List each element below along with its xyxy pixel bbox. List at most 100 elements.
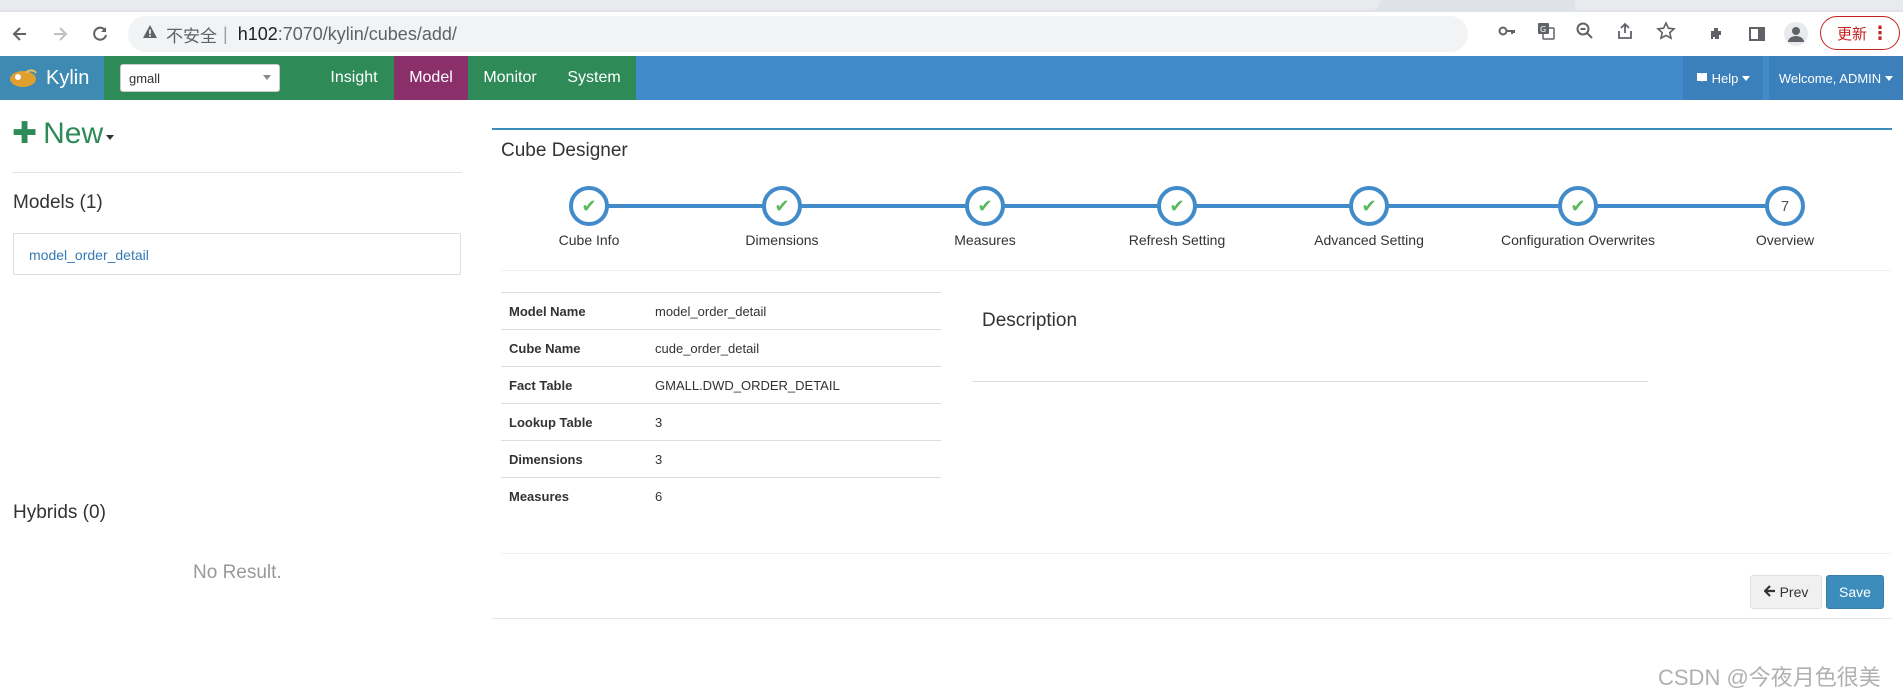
step-label: Overview [1755,232,1815,248]
check-icon: ✔ [1169,195,1185,216]
row-key: Measures [501,477,647,515]
reload-icon[interactable] [80,14,120,54]
user-menu[interactable]: Welcome, ADMIN [1769,56,1903,100]
arrow-left-icon [1763,584,1776,600]
browser-toolbar: 不安全 | h102:7070/kylin/cubes/add/ G 更新 ⋮ [0,12,1903,56]
watermark: CSDN @今夜月色很美 [1658,665,1881,690]
prev-button[interactable]: Prev [1750,575,1822,609]
step-label: Measures [954,232,1016,248]
wizard-divider [501,270,1891,271]
table-row: Fact Table GMALL.DWD_ORDER_DETAIL [501,366,941,404]
row-key: Lookup Table [501,403,647,441]
step-label: Advanced Setting [1314,232,1424,248]
step-label: Refresh Setting [1128,232,1226,248]
zoom-out-icon[interactable] [1574,20,1596,42]
security-label: 不安全 [166,26,217,46]
nav-insight[interactable]: Insight [314,56,394,100]
url-path: :7070/kylin/cubes/add/ [277,23,457,44]
book-icon [1696,71,1708,86]
chevron-down-icon [263,75,271,80]
chevron-down-icon [1885,75,1894,81]
update-label: 更新 [1837,25,1868,43]
models-title: Models (1) [13,192,103,213]
row-value: cude_order_detail [647,329,941,367]
chevron-down-icon [1742,75,1751,81]
url-host: h102 [237,23,278,44]
row-key: Model Name [501,292,647,330]
check-icon: ✔ [581,195,597,216]
new-button[interactable]: ✚ New [12,116,115,151]
step-measures[interactable]: ✔ [965,186,1005,226]
table-row: Model Name model_order_detail [501,292,941,330]
side-panel-icon[interactable] [1743,20,1771,48]
browser-tab-strip [0,0,1903,12]
row-key: Fact Table [501,366,647,404]
check-icon: ✔ [1570,195,1586,216]
key-icon[interactable] [1496,20,1518,42]
help-menu[interactable]: Help [1683,56,1763,100]
row-value: 3 [647,403,941,441]
profile-avatar-icon[interactable] [1782,20,1810,48]
prev-label: Prev [1779,584,1809,600]
warning-icon [142,24,158,45]
panel-bottom-border [492,618,1892,619]
share-icon[interactable] [1614,20,1636,42]
row-value: 3 [647,440,941,478]
kylin-navbar: Kylin gmall Insight Model Monitor System… [0,56,1903,100]
brand-label: Kylin [46,66,90,89]
step-configuration-overwrites[interactable]: ✔ [1558,186,1598,226]
table-row: Lookup Table 3 [501,403,941,441]
step-dimensions[interactable]: ✔ [762,186,802,226]
row-value: model_order_detail [647,292,941,330]
row-value: 6 [647,477,941,515]
check-icon: ✔ [977,195,993,216]
row-value: GMALL.DWD_ORDER_DETAIL [647,366,941,404]
row-key: Dimensions [501,440,647,478]
table-row: Dimensions 3 [501,440,941,478]
step-label: Cube Info [558,232,620,248]
plus-icon: ✚ [12,117,38,150]
kylin-logo-icon [10,69,37,87]
actions-divider [501,553,1891,554]
description-title: Description [982,310,1078,331]
update-button[interactable]: 更新 ⋮ [1820,16,1900,50]
forward-icon[interactable] [40,14,80,54]
table-row: Cube Name cude_order_detail [501,329,941,367]
save-button[interactable]: Save [1826,575,1884,609]
nav-system[interactable]: System [552,56,636,100]
step-advanced-setting[interactable]: ✔ [1349,186,1389,226]
overview-table: Model Name model_order_detail Cube Name … [501,292,941,515]
chevron-down-icon [106,135,115,140]
nav-model[interactable]: Model [394,56,468,100]
step-label: Configuration Overwrites [1500,232,1656,248]
step-refresh-setting[interactable]: ✔ [1157,186,1197,226]
model-list-item[interactable]: model_order_detail [13,233,461,275]
back-icon[interactable] [0,14,40,54]
help-label: Help [1711,70,1739,86]
extensions-icon[interactable] [1703,20,1731,48]
new-label: New [43,116,104,150]
project-value: gmall [129,71,161,86]
welcome-label: Welcome, ADMIN [1778,70,1882,86]
browser-tabs-bg [0,0,1380,10]
step-cube-info[interactable]: ✔ [569,186,609,226]
bookmark-star-icon[interactable] [1655,20,1677,42]
description-box [972,292,1648,382]
step-number: 7 [1780,197,1790,215]
step-label: Dimensions [745,232,819,248]
table-row: Measures 6 [501,477,941,515]
sidebar-divider [12,172,462,173]
step-overview[interactable]: 7 [1765,186,1805,226]
project-select[interactable]: gmall [120,64,280,92]
no-result-text: No Result. [193,562,282,583]
check-icon: ✔ [1361,195,1377,216]
address-bar[interactable]: 不安全 | h102:7070/kylin/cubes/add/ [128,16,1468,52]
browser-tabs-bg-right [1575,0,1903,10]
brand[interactable]: Kylin [0,56,104,100]
translate-icon[interactable]: G [1535,20,1557,42]
check-icon: ✔ [774,195,790,216]
menu-dots-icon[interactable]: ⋮ [1871,23,1889,43]
hybrids-title: Hybrids (0) [13,502,106,523]
url-separator: | [223,23,228,44]
nav-monitor[interactable]: Monitor [468,56,552,100]
